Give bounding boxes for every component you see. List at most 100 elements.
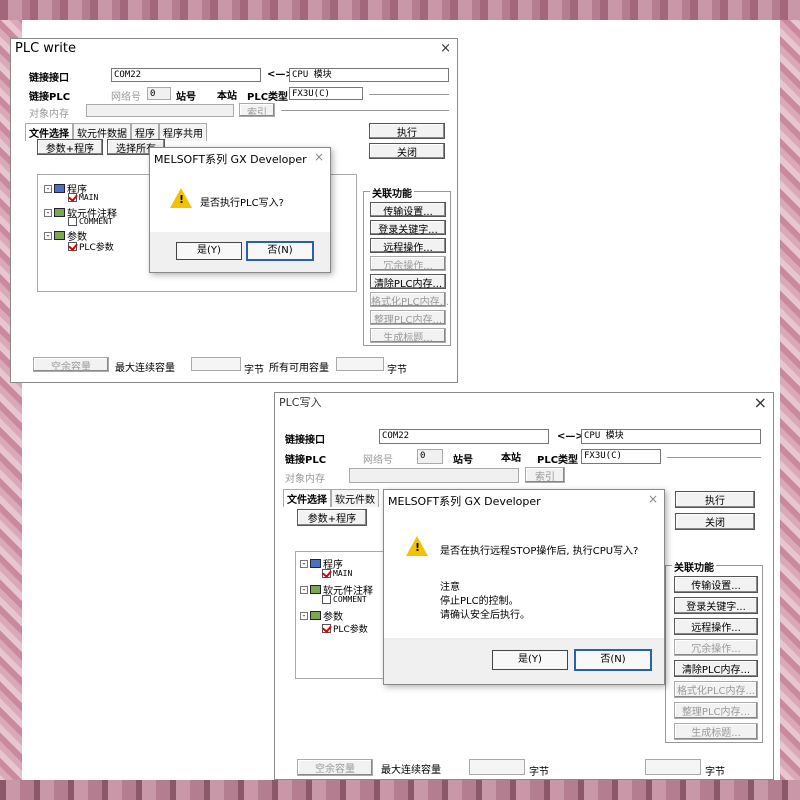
clear-plc-memory-button[interactable]: 清除PLC内存... [674,660,758,677]
transfer-setup-button[interactable]: 传输设置... [370,202,446,218]
link-arrow: <—> [557,431,584,442]
param-program-button[interactable]: 参数+程序 [297,509,367,526]
format-plc-memory-button[interactable]: 格式化PLC内存... [674,681,758,698]
target-memory-label: 对象内存 [29,109,69,120]
tree-node-comment[interactable]: COMMENT [68,217,113,226]
network-label: 网络号 [363,455,393,466]
clear-plc-memory-button[interactable]: 清除PLC内存... [370,274,446,290]
max-continuous-label: 最大连续容量 [115,363,175,374]
tab-device-data[interactable]: 软元件数 [331,489,379,507]
link-plc-label: 链接PLC [29,92,71,103]
close-icon[interactable]: × [314,150,324,164]
index-button[interactable]: 索引 [525,467,565,483]
execute-button[interactable]: 执行 [675,491,755,508]
remote-operation-button[interactable]: 远程操作... [674,618,758,635]
checkbox-checked-icon[interactable] [68,193,77,202]
max-continuous-label: 最大连续容量 [381,765,441,776]
checkbox-icon[interactable] [322,595,331,604]
tree-node-plc-param[interactable]: PLC参数 [322,622,368,635]
free-capacity-button[interactable]: 空余容量 [33,357,109,373]
checkbox-checked-icon[interactable] [68,242,77,251]
close-button[interactable]: 关闭 [369,143,445,159]
network-field: 0 [147,87,171,100]
tab-file-select[interactable]: 文件选择 [283,489,331,507]
dialog-message: 是否执行PLC写入? [200,198,284,209]
bytes-label: 字节 [244,365,264,376]
target-memory-label: 对象内存 [285,474,325,485]
yes-button[interactable]: 是(Y) [176,242,242,260]
execute-button[interactable]: 执行 [369,123,445,139]
tab-program-common[interactable]: 程序共用 [159,123,207,141]
tree-node-main[interactable]: MAIN [322,569,352,578]
related-functions-group: 关联功能 传输设置... 登录关键字... 远程操作... 冗余操作... 清除… [665,559,763,743]
bytes-label: 字节 [705,767,725,778]
tree-node-comment[interactable]: COMMENT [322,595,367,604]
warning-icon [170,188,192,208]
redundant-operation-button[interactable]: 冗余操作... [674,639,758,656]
plc-type-field[interactable]: FX3U(C) [289,87,363,100]
dialog-title: MELSOFT系列 GX Developer [388,495,541,508]
dialog-message: 是否在执行远程STOP操作后, 执行CPU写入? [440,546,639,557]
close-icon[interactable]: × [440,39,451,59]
station-label: 站号 [176,92,196,103]
checkbox-checked-icon[interactable] [322,624,331,633]
plc-type-label: PLC类型 [247,92,289,103]
close-icon[interactable]: × [754,393,767,413]
cpu-module-field[interactable]: CPU 模块 [289,68,449,82]
tree-label: 参数 [323,612,343,623]
link-interface-field[interactable]: COM22 [111,68,261,82]
tree-node-main[interactable]: MAIN [68,193,98,202]
close-icon[interactable]: × [648,492,658,506]
create-title-button[interactable]: 生成标题... [370,328,446,344]
collapse-icon: - [300,559,308,568]
link-interface-label: 链接接口 [285,435,325,446]
window-title: PLC write [15,41,76,56]
checkbox-icon[interactable] [68,217,77,226]
dialog-note-title: 注意 [440,582,460,593]
tree-node-plc-param[interactable]: PLC参数 [68,240,114,253]
no-button[interactable]: 否(N) [574,649,652,671]
format-plc-memory-button[interactable]: 格式化PLC内存... [370,292,449,308]
transfer-setup-button[interactable]: 传输设置... [674,576,758,593]
create-title-button[interactable]: 生成标题... [674,723,758,740]
file-tree: - 程序 MAIN - 软元件注释 COMMENT - 参数 PLC参数 [295,551,395,679]
folder-icon [310,611,321,620]
bytes-label: 字节 [387,365,407,376]
register-keyword-button[interactable]: 登录关键字... [370,220,446,236]
tree-label: PLC参数 [333,625,368,635]
link-interface-field[interactable]: COM22 [379,429,549,444]
plc-type-label: PLC类型 [537,455,579,466]
redundant-operation-button[interactable]: 冗余操作... [370,256,446,272]
network-label: 网络号 [111,92,141,103]
max-continuous-value [469,759,525,775]
free-capacity-button[interactable]: 空余容量 [297,759,373,776]
decorative-top-strip [0,0,800,20]
param-program-button[interactable]: 参数+程序 [37,139,103,155]
all-available-value [336,357,384,371]
no-button[interactable]: 否(N) [246,241,314,261]
tree-label: MAIN [79,193,99,202]
target-memory-select[interactable] [86,104,234,117]
network-field: 0 [417,449,443,464]
close-button[interactable]: 关闭 [675,513,755,530]
tree-label: COMMENT [333,595,367,604]
tree-label: PLC参数 [79,243,114,253]
collapse-icon: - [44,208,52,217]
organize-plc-memory-button[interactable]: 整理PLC内存... [370,310,446,326]
warning-icon [406,536,428,556]
window-title: PLC写入 [279,396,322,409]
yes-button[interactable]: 是(Y) [492,650,568,670]
register-keyword-button[interactable]: 登录关键字... [674,597,758,614]
dialog-note-line-1: 停止PLC的控制。 [440,596,519,607]
target-memory-select[interactable] [349,468,519,483]
organize-plc-memory-button[interactable]: 整理PLC内存... [674,702,758,719]
index-button[interactable]: 索引 [239,103,275,119]
plc-type-field[interactable]: FX3U(C) [581,449,661,464]
checkbox-checked-icon[interactable] [322,569,331,578]
divider [369,94,449,95]
station-label: 站号 [453,455,473,466]
cpu-module-field[interactable]: CPU 模块 [581,429,761,444]
folder-icon [54,184,65,193]
tree-node-parameter[interactable]: - 参数 [300,608,343,623]
remote-operation-button[interactable]: 远程操作... [370,238,446,254]
